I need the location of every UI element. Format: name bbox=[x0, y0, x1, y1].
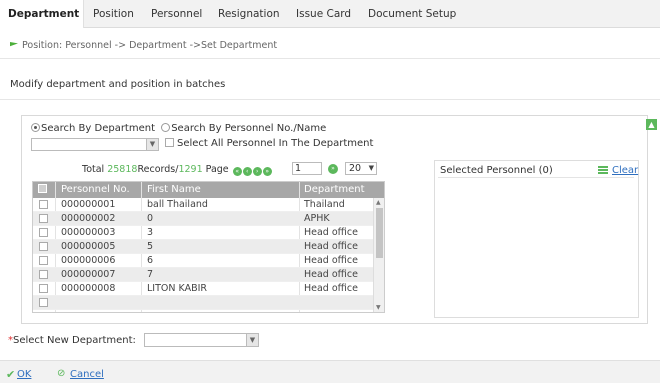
row-checkbox[interactable] bbox=[39, 214, 48, 223]
cell-department: Head office bbox=[304, 227, 358, 238]
radio-search-by-department[interactable] bbox=[31, 123, 40, 132]
records-label: Records/ bbox=[137, 164, 179, 175]
divider bbox=[0, 58, 660, 59]
tab-department[interactable]: Department bbox=[8, 8, 79, 20]
cell-department: Head office bbox=[304, 241, 358, 252]
radio-search-by-personnel[interactable] bbox=[161, 123, 171, 132]
flag-icon bbox=[10, 42, 18, 49]
cell-first-name: 0 bbox=[147, 213, 154, 224]
table-row[interactable]: 000000005 5 Head office bbox=[33, 240, 373, 254]
divider bbox=[438, 177, 634, 178]
cell-first-name: 7 bbox=[147, 269, 154, 280]
page-label: Page bbox=[205, 164, 229, 175]
cancel-button[interactable]: Cancel bbox=[70, 369, 104, 380]
cell-department: Head office bbox=[304, 255, 358, 266]
row-checkbox[interactable] bbox=[39, 298, 48, 307]
select-all-checkbox[interactable] bbox=[165, 138, 174, 147]
chevron-down-icon: ▼ bbox=[368, 164, 374, 172]
table-row[interactable]: 000000001 ball Thailand Thailand bbox=[33, 198, 373, 212]
page-size-select[interactable]: 20 ▼ bbox=[345, 162, 377, 175]
tab-position[interactable]: Position bbox=[93, 8, 134, 20]
tab-document-setup[interactable]: Document Setup bbox=[368, 8, 456, 20]
personnel-grid: Personnel No. First Name Department 0000… bbox=[32, 181, 385, 313]
radio-department-label: Search By Department bbox=[41, 123, 156, 134]
page-size-value: 20 bbox=[349, 163, 362, 174]
cell-personnel-no: 000000007 bbox=[61, 269, 116, 280]
row-checkbox[interactable] bbox=[39, 200, 48, 209]
row-checkbox[interactable] bbox=[39, 228, 48, 237]
last-page-icon[interactable]: » bbox=[262, 167, 272, 176]
column-header-first-name[interactable]: First Name bbox=[147, 184, 201, 195]
selected-personnel-box bbox=[434, 160, 639, 318]
new-department-select[interactable]: ▼ bbox=[144, 333, 259, 347]
tab-issue-card[interactable]: Issue Card bbox=[296, 8, 351, 20]
first-page-icon[interactable]: « bbox=[232, 167, 242, 176]
selected-personnel-title: Selected Personnel (0) bbox=[440, 165, 553, 176]
cell-personnel-no: 000000006 bbox=[61, 255, 116, 266]
table-row[interactable]: 000000006 6 Head office bbox=[33, 254, 373, 268]
cell-first-name: 6 bbox=[147, 255, 154, 266]
clear-list-icon[interactable] bbox=[598, 166, 608, 175]
scroll-up-icon[interactable]: ▲ bbox=[376, 199, 381, 206]
divider bbox=[0, 99, 660, 100]
page-number-input[interactable]: 1 bbox=[292, 162, 322, 175]
cell-personnel-no: 000000001 bbox=[61, 199, 116, 210]
tab-personnel[interactable]: Personnel bbox=[151, 8, 202, 20]
grid-header: Personnel No. First Name Department bbox=[33, 182, 384, 198]
table-row[interactable]: 000000003 3 Head office bbox=[33, 226, 373, 240]
breadcrumb: Position: Personnel -> Department ->Set … bbox=[10, 40, 277, 51]
cell-first-name: ball Thailand bbox=[147, 199, 208, 210]
select-all-label: Select All Personnel In The Department bbox=[177, 138, 374, 149]
cell-first-name: 3 bbox=[147, 227, 154, 238]
column-header-department[interactable]: Department bbox=[304, 184, 365, 195]
row-checkbox[interactable] bbox=[39, 242, 48, 251]
search-mode-radios: Search By Department Search By Personnel… bbox=[31, 123, 326, 134]
table-row[interactable]: 000000002 0 APHK bbox=[33, 212, 373, 226]
row-checkbox[interactable] bbox=[39, 270, 48, 279]
cell-department: Head office bbox=[304, 283, 358, 294]
cell-first-name: 5 bbox=[147, 241, 154, 252]
radio-personnel-label: Search By Personnel No./Name bbox=[171, 123, 327, 134]
total-label: Total bbox=[82, 164, 105, 175]
prev-page-icon[interactable]: ‹ bbox=[242, 167, 252, 176]
tab-resignation[interactable]: Resignation bbox=[218, 8, 280, 20]
cell-department: Head office bbox=[304, 269, 358, 280]
table-row[interactable]: 000000008 LITON KABIR Head office bbox=[33, 282, 373, 296]
cell-personnel-no: 000000003 bbox=[61, 227, 116, 238]
cell-personnel-no: 000000005 bbox=[61, 241, 116, 252]
department-filter-select[interactable]: ▼ bbox=[31, 138, 159, 151]
total-pages: 1291 bbox=[178, 164, 203, 175]
row-checkbox[interactable] bbox=[39, 284, 48, 293]
row-checkbox[interactable] bbox=[39, 256, 48, 265]
scroll-down-icon[interactable]: ▼ bbox=[376, 304, 381, 311]
new-department-label: Select New Department: bbox=[13, 335, 136, 346]
scrollbar-thumb[interactable] bbox=[376, 208, 383, 258]
grid-scrollbar[interactable]: ▲ ▼ bbox=[373, 198, 384, 312]
ok-button[interactable]: OK bbox=[17, 369, 31, 380]
cell-first-name: LITON KABIR bbox=[147, 283, 207, 294]
new-department-label-row: *Select New Department: bbox=[8, 335, 136, 346]
collapse-icon[interactable]: ▲ bbox=[646, 119, 657, 130]
checkmark-icon[interactable]: ✔ bbox=[6, 368, 15, 381]
chevron-down-icon: ▼ bbox=[246, 334, 258, 346]
next-page-icon[interactable]: › bbox=[252, 167, 262, 176]
cell-department: APHK bbox=[304, 213, 330, 224]
header-checkbox[interactable] bbox=[38, 184, 47, 193]
breadcrumb-text: Position: Personnel -> Department ->Set … bbox=[22, 40, 278, 51]
top-tab-bar: Department Position Personnel Resignatio… bbox=[0, 0, 660, 28]
cell-personnel-no: 000000008 bbox=[61, 283, 116, 294]
cancel-icon[interactable]: ⊘ bbox=[57, 368, 65, 379]
select-all-checkbox-row[interactable]: Select All Personnel In The Department bbox=[165, 138, 373, 149]
cell-department: Thailand bbox=[304, 199, 345, 210]
go-page-icon[interactable]: » bbox=[328, 164, 338, 174]
column-header-personnel-no[interactable]: Personnel No. bbox=[61, 184, 130, 195]
cell-personnel-no: 000000002 bbox=[61, 213, 116, 224]
page-subtitle: Modify department and position in batche… bbox=[10, 79, 226, 90]
table-row[interactable]: 000000007 7 Head office bbox=[33, 268, 373, 282]
total-records: 25818 bbox=[107, 164, 138, 175]
clear-link[interactable]: Clear bbox=[612, 165, 638, 176]
pagination-info: Total 25818Records/1291 Page «‹ ›» bbox=[82, 164, 272, 176]
table-row-partial[interactable] bbox=[33, 296, 373, 310]
chevron-down-icon: ▼ bbox=[146, 139, 158, 150]
